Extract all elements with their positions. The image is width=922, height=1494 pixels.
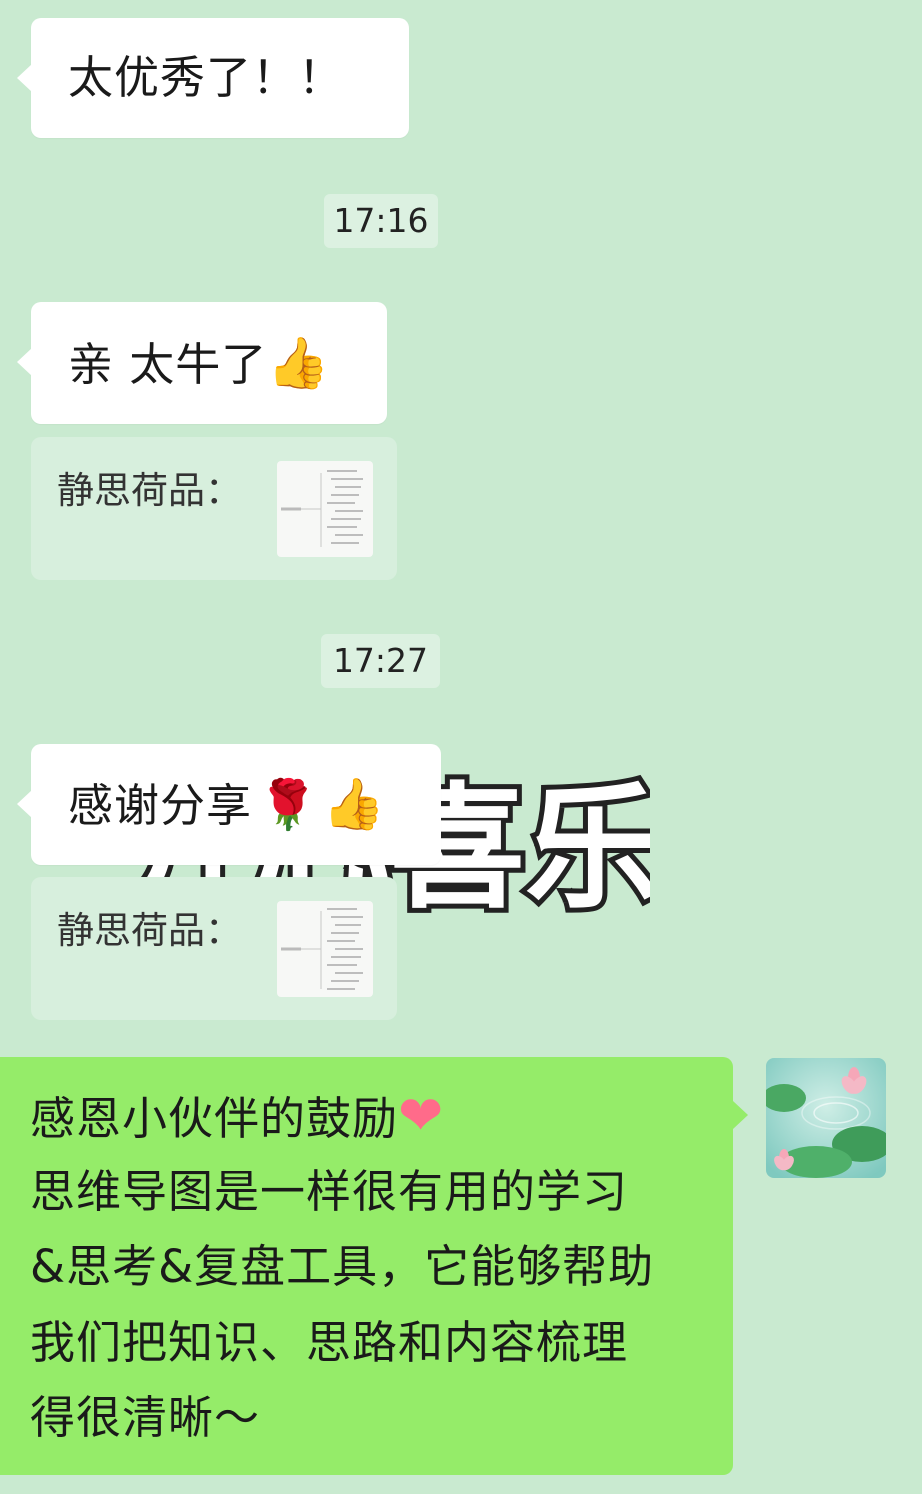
mind-map-thumbnail-icon[interactable] xyxy=(277,901,373,997)
message-line-4: 我们把知识、思路和内容梳理 xyxy=(30,1316,629,1369)
incoming-message-2[interactable]: 亲 太牛了👍 xyxy=(17,302,387,424)
quoted-message-2[interactable]: 静思荷品： xyxy=(31,877,397,1020)
thumbs-up-icon: 👍 xyxy=(267,334,331,392)
mind-map-thumbnail-icon[interactable] xyxy=(277,461,373,557)
quoted-message-1[interactable]: 静思荷品： xyxy=(31,437,397,580)
lotus-pond-avatar-icon xyxy=(766,1058,886,1178)
message-text: 太优秀了！！ xyxy=(68,51,345,104)
rose-icon: 🌹 xyxy=(258,777,319,833)
message-text: 亲 太牛了👍 xyxy=(68,336,331,392)
message-text-content: 亲 太牛了 xyxy=(68,338,268,391)
quote-sender: 静思荷品： xyxy=(57,909,242,952)
user-avatar[interactable] xyxy=(766,1058,886,1178)
thumbs-up-icon: 👍 xyxy=(322,775,387,833)
message-line-5: 得很清晰～ xyxy=(30,1391,261,1444)
heart-icon: ❤ xyxy=(398,1084,445,1147)
message-text: 感谢分享 🌹👍 xyxy=(68,777,386,833)
message-line-3: &思考&复盘工具，它能够帮助 xyxy=(30,1240,655,1293)
timestamp: 17:16 xyxy=(324,194,438,248)
message-line-2: 思维导图是一样很有用的学习 xyxy=(30,1165,629,1218)
message-line-1: 感恩小伙伴的鼓励❤ xyxy=(30,1078,444,1157)
timestamp: 17:27 xyxy=(321,634,440,688)
incoming-message-3[interactable]: 感谢分享 🌹👍 xyxy=(17,744,441,865)
incoming-message-1[interactable]: 太优秀了！！ xyxy=(17,18,409,138)
outgoing-message[interactable]: 感恩小伙伴的鼓励❤ 思维导图是一样很有用的学习 &思考&复盘工具，它能够帮助 我… xyxy=(0,1057,748,1475)
message-line-1-text: 感恩小伙伴的鼓励 xyxy=(30,1092,399,1145)
quote-sender: 静思荷品： xyxy=(57,469,242,512)
message-text-content: 感谢分享 xyxy=(68,779,253,832)
